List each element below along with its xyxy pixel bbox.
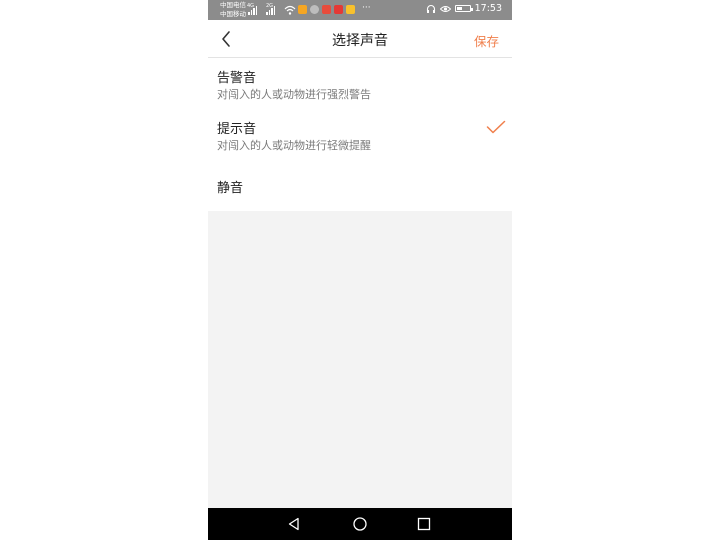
- option-description: 对闯入的人或动物进行强烈警告: [217, 88, 371, 101]
- chat-notification-icon: [310, 5, 319, 14]
- overflow-dots: ···: [362, 3, 371, 13]
- option-prompt-sound[interactable]: 提示音 对闯入的人或动物进行轻微提醒: [208, 108, 512, 159]
- network-tag-2: 2G: [266, 3, 274, 9]
- app-notification-icon: [346, 5, 355, 14]
- system-nav-bar: [208, 508, 512, 540]
- home-circle-icon[interactable]: [352, 516, 368, 532]
- battery-icon: [454, 5, 473, 12]
- carrier-labels: 中国电信 中国移动: [220, 1, 246, 19]
- phone-screen: 中国电信 中国移动 4G 2G ··· 17:53 选择声音 保存 告警音 对闯…: [208, 0, 512, 540]
- app-notification-icon: [334, 5, 343, 14]
- status-time: 17:53: [474, 3, 502, 14]
- option-mute[interactable]: 静音: [208, 159, 512, 211]
- checkmark-icon: [486, 120, 506, 134]
- recents-square-icon[interactable]: [416, 516, 432, 532]
- wifi-icon: [284, 5, 296, 15]
- carrier-1: 中国电信: [220, 1, 246, 9]
- page-title: 选择声音: [332, 33, 388, 49]
- network-tag-1: 4G: [247, 3, 255, 9]
- sound-option-list: 告警音 对闯入的人或动物进行强烈警告 提示音 对闯入的人或动物进行轻微提醒 静音: [208, 58, 512, 211]
- option-name: 静音: [217, 181, 244, 196]
- app-header: 选择声音 保存: [208, 20, 512, 58]
- status-bar: 中国电信 中国移动 4G 2G ··· 17:53: [208, 0, 512, 20]
- option-name: 提示音: [217, 122, 257, 137]
- headset-icon: [426, 4, 435, 13]
- option-name: 告警音: [217, 71, 257, 86]
- carrier-2: 中国移动: [220, 10, 246, 18]
- eye-icon: [439, 5, 451, 12]
- option-description: 对闯入的人或动物进行轻微提醒: [217, 139, 371, 152]
- app-notification-icon: [298, 5, 307, 14]
- app-notification-icon: [322, 5, 331, 14]
- back-triangle-icon[interactable]: [286, 516, 302, 532]
- save-button[interactable]: 保存: [474, 31, 499, 50]
- option-alarm-sound[interactable]: 告警音 对闯入的人或动物进行强烈警告: [208, 58, 512, 108]
- status-right: 17:53: [426, 3, 502, 14]
